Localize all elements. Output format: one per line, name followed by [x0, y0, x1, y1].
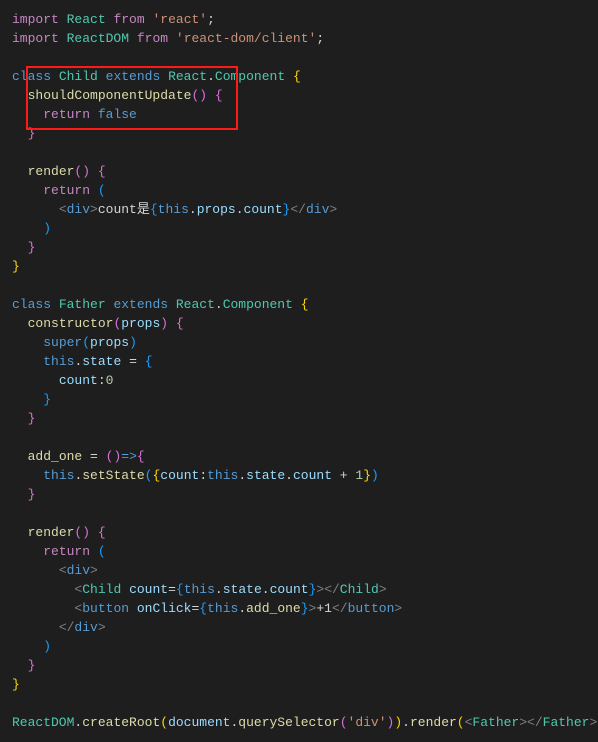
id-component: Component — [215, 69, 285, 84]
kw-class: class — [12, 297, 51, 312]
param-props: props — [121, 316, 160, 331]
prop-props: props — [197, 202, 236, 217]
tag-div: div — [67, 563, 90, 578]
prop-count: count — [244, 202, 283, 217]
prop-add-one: add_one — [246, 601, 301, 616]
text-count: count是 — [98, 202, 150, 217]
attr-count: count — [129, 582, 168, 597]
text-plus-one: +1 — [316, 601, 332, 616]
kw-return: return — [43, 183, 90, 198]
fn-setstate: setState — [82, 468, 144, 483]
str-div: 'div' — [348, 715, 387, 730]
tag-div-close: div — [306, 202, 329, 217]
kw-this: this — [158, 202, 189, 217]
tag-button-close: button — [348, 601, 395, 616]
str-react: 'react' — [152, 12, 207, 27]
prop-state: state — [246, 468, 285, 483]
kw-this: this — [43, 354, 74, 369]
prop-count: count — [160, 468, 199, 483]
kw-extends: extends — [113, 297, 168, 312]
tag-child: Child — [82, 582, 121, 597]
kw-from: from — [113, 12, 144, 27]
kw-import: import — [12, 12, 59, 27]
tag-father-close: Father — [543, 715, 590, 730]
id-react: React — [168, 69, 207, 84]
id-component: Component — [223, 297, 293, 312]
fn-render: render — [28, 525, 75, 540]
id-document: document — [168, 715, 230, 730]
kw-false: false — [98, 107, 137, 122]
id-reactdom: ReactDOM — [12, 715, 74, 730]
fn-render: render — [410, 715, 457, 730]
fn-add-one: add_one — [28, 449, 83, 464]
prop-state: state — [82, 354, 121, 369]
num-zero: 0 — [106, 373, 114, 388]
id-react: React — [176, 297, 215, 312]
kw-from: from — [137, 31, 168, 46]
id-react: React — [67, 12, 106, 27]
fn-constructor: constructor — [28, 316, 114, 331]
tag-div-close: div — [74, 620, 97, 635]
tag-father: Father — [472, 715, 519, 730]
attr-onclick: onClick — [137, 601, 192, 616]
kw-super: super — [43, 335, 82, 350]
kw-return: return — [43, 107, 90, 122]
fn-createroot: createRoot — [82, 715, 160, 730]
cls-father: Father — [59, 297, 106, 312]
kw-import: import — [12, 31, 59, 46]
prop-count: count — [59, 373, 98, 388]
kw-return: return — [43, 544, 90, 559]
op-plus: + — [332, 468, 355, 483]
tag-div: div — [67, 202, 90, 217]
fn-shouldcomponentupdate: shouldComponentUpdate — [28, 88, 192, 103]
kw-this: this — [184, 582, 215, 597]
cls-child: Child — [59, 69, 98, 84]
str-reactdom-client: 'react-dom/client' — [176, 31, 316, 46]
kw-class: class — [12, 69, 51, 84]
prop-state: state — [223, 582, 262, 597]
kw-extends: extends — [106, 69, 161, 84]
fn-render: render — [28, 164, 75, 179]
fn-queryselector: querySelector — [238, 715, 339, 730]
tag-button: button — [82, 601, 129, 616]
prop-count: count — [293, 468, 332, 483]
tag-child-close: Child — [340, 582, 379, 597]
id-reactdom: ReactDOM — [67, 31, 129, 46]
kw-this: this — [207, 601, 238, 616]
param-props: props — [90, 335, 129, 350]
prop-count: count — [270, 582, 309, 597]
code-block: import React from 'react'; import ReactD… — [12, 10, 586, 732]
kw-this: this — [43, 468, 74, 483]
kw-this: this — [207, 468, 238, 483]
